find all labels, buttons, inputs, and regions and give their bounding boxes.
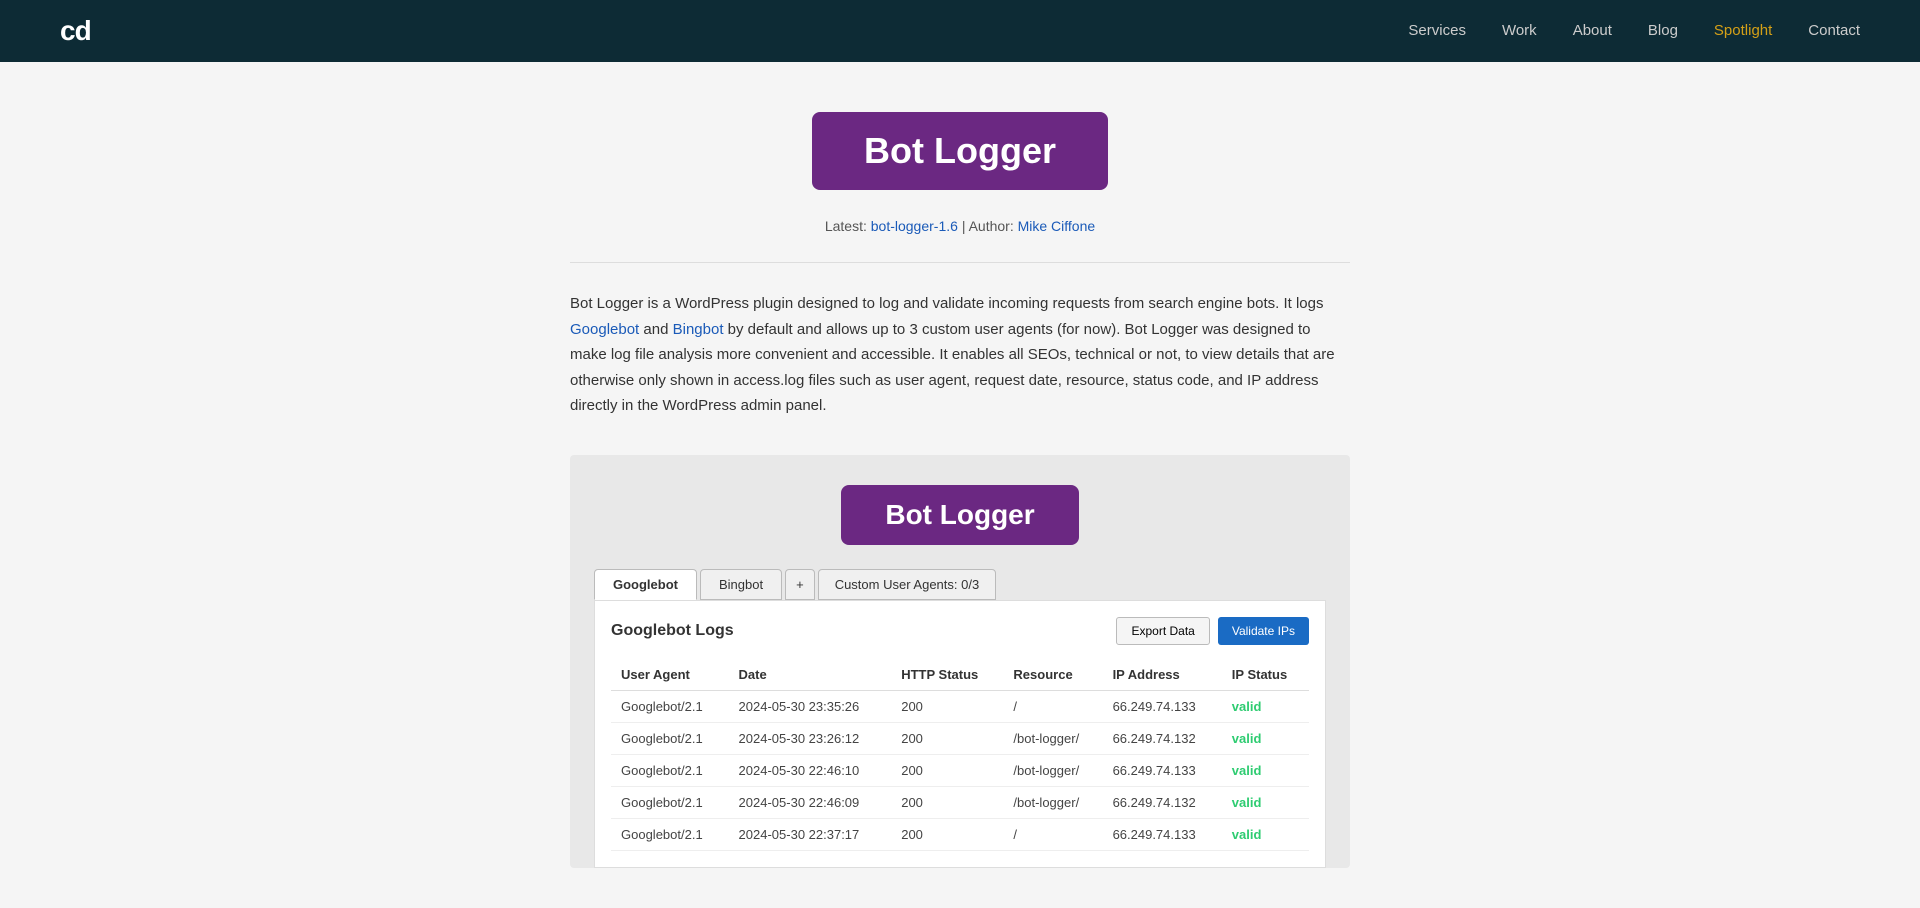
latest-label: Latest: xyxy=(825,218,867,234)
cell-ip-status: valid xyxy=(1222,786,1309,818)
googlebot-link[interactable]: Googlebot xyxy=(570,321,639,338)
cell-resource: / xyxy=(1003,818,1102,850)
site-logo[interactable]: cd xyxy=(60,15,91,47)
cell-user-agent: Googlebot/2.1 xyxy=(611,818,729,850)
table-row: Googlebot/2.1 2024-05-30 22:46:09 200 /b… xyxy=(611,786,1309,818)
cell-date: 2024-05-30 22:46:09 xyxy=(729,786,892,818)
meta-separator: | xyxy=(962,218,969,234)
table-row: Googlebot/2.1 2024-05-30 23:35:26 200 / … xyxy=(611,690,1309,722)
col-ip-address: IP Address xyxy=(1103,659,1222,691)
cell-http-status: 200 xyxy=(891,786,1003,818)
hero-title: Bot Logger xyxy=(812,112,1108,190)
cell-http-status: 200 xyxy=(891,690,1003,722)
cell-resource: / xyxy=(1003,690,1102,722)
nav-services[interactable]: Services xyxy=(1408,22,1466,39)
nav-spotlight[interactable]: Spotlight xyxy=(1714,22,1772,39)
cell-ip-address: 66.249.74.133 xyxy=(1103,818,1222,850)
table-section: Googlebot Logs Export Data Validate IPs … xyxy=(594,600,1326,868)
cell-user-agent: Googlebot/2.1 xyxy=(611,690,729,722)
export-button[interactable]: Export Data xyxy=(1116,617,1209,645)
col-user-agent: User Agent xyxy=(611,659,729,691)
inner-badge: Bot Logger xyxy=(594,485,1326,545)
cell-user-agent: Googlebot/2.1 xyxy=(611,786,729,818)
nav-blog[interactable]: Blog xyxy=(1648,22,1678,39)
navbar: cd Services Work About Blog Spotlight Co… xyxy=(0,0,1920,62)
cell-resource: /bot-logger/ xyxy=(1003,754,1102,786)
cell-resource: /bot-logger/ xyxy=(1003,722,1102,754)
table-title: Googlebot Logs xyxy=(611,622,734,640)
tab-custom-agents[interactable]: Custom User Agents: 0/3 xyxy=(818,569,997,600)
col-ip-status: IP Status xyxy=(1222,659,1309,691)
inner-title: Bot Logger xyxy=(841,485,1078,545)
table-actions: Export Data Validate IPs xyxy=(1116,617,1309,645)
description: Bot Logger is a WordPress plugin designe… xyxy=(570,291,1350,419)
col-http-status: HTTP Status xyxy=(891,659,1003,691)
table-row: Googlebot/2.1 2024-05-30 22:46:10 200 /b… xyxy=(611,754,1309,786)
table-head: User Agent Date HTTP Status Resource IP … xyxy=(611,659,1309,691)
cell-resource: /bot-logger/ xyxy=(1003,786,1102,818)
table-row: Googlebot/2.1 2024-05-30 22:37:17 200 / … xyxy=(611,818,1309,850)
cell-ip-address: 66.249.74.132 xyxy=(1103,722,1222,754)
cell-date: 2024-05-30 23:35:26 xyxy=(729,690,892,722)
tabs-row: Googlebot Bingbot + Custom User Agents: … xyxy=(594,569,1326,600)
tab-bingbot[interactable]: Bingbot xyxy=(700,569,782,600)
cell-ip-address: 66.249.74.133 xyxy=(1103,690,1222,722)
bingbot-link[interactable]: Bingbot xyxy=(673,321,724,338)
nav-work[interactable]: Work xyxy=(1502,22,1537,39)
tab-googlebot[interactable]: Googlebot xyxy=(594,569,697,600)
cell-http-status: 200 xyxy=(891,818,1003,850)
desc-part1: Bot Logger is a WordPress plugin designe… xyxy=(570,295,1324,312)
cell-ip-status: valid xyxy=(1222,722,1309,754)
col-resource: Resource xyxy=(1003,659,1102,691)
cell-http-status: 200 xyxy=(891,754,1003,786)
cell-ip-address: 66.249.74.133 xyxy=(1103,754,1222,786)
page-content: Bot Logger Latest: bot-logger-1.6 | Auth… xyxy=(550,62,1370,908)
nav-contact[interactable]: Contact xyxy=(1808,22,1860,39)
screenshot-box: Bot Logger Googlebot Bingbot + Custom Us… xyxy=(570,455,1350,868)
cell-date: 2024-05-30 22:46:10 xyxy=(729,754,892,786)
validate-button[interactable]: Validate IPs xyxy=(1218,617,1309,645)
hero-badge: Bot Logger xyxy=(570,112,1350,190)
cell-http-status: 200 xyxy=(891,722,1003,754)
divider xyxy=(570,262,1350,263)
latest-link[interactable]: bot-logger-1.6 xyxy=(871,218,958,234)
cell-date: 2024-05-30 23:26:12 xyxy=(729,722,892,754)
table-header-row: Googlebot Logs Export Data Validate IPs xyxy=(611,617,1309,645)
cell-date: 2024-05-30 22:37:17 xyxy=(729,818,892,850)
table-row: Googlebot/2.1 2024-05-30 23:26:12 200 /b… xyxy=(611,722,1309,754)
cell-user-agent: Googlebot/2.1 xyxy=(611,722,729,754)
cell-user-agent: Googlebot/2.1 xyxy=(611,754,729,786)
tab-add[interactable]: + xyxy=(785,569,815,600)
cell-ip-status: valid xyxy=(1222,754,1309,786)
col-date: Date xyxy=(729,659,892,691)
nav-links: Services Work About Blog Spotlight Conta… xyxy=(1408,22,1860,40)
cell-ip-status: valid xyxy=(1222,818,1309,850)
author-label: Author: xyxy=(969,218,1014,234)
desc-part2: and xyxy=(639,321,672,338)
cell-ip-status: valid xyxy=(1222,690,1309,722)
cell-ip-address: 66.249.74.132 xyxy=(1103,786,1222,818)
author-link[interactable]: Mike Ciffone xyxy=(1018,218,1096,234)
nav-about[interactable]: About xyxy=(1573,22,1612,39)
logs-table: User Agent Date HTTP Status Resource IP … xyxy=(611,659,1309,851)
meta-line: Latest: bot-logger-1.6 | Author: Mike Ci… xyxy=(570,218,1350,234)
table-body: Googlebot/2.1 2024-05-30 23:35:26 200 / … xyxy=(611,690,1309,850)
table-header-row-el: User Agent Date HTTP Status Resource IP … xyxy=(611,659,1309,691)
